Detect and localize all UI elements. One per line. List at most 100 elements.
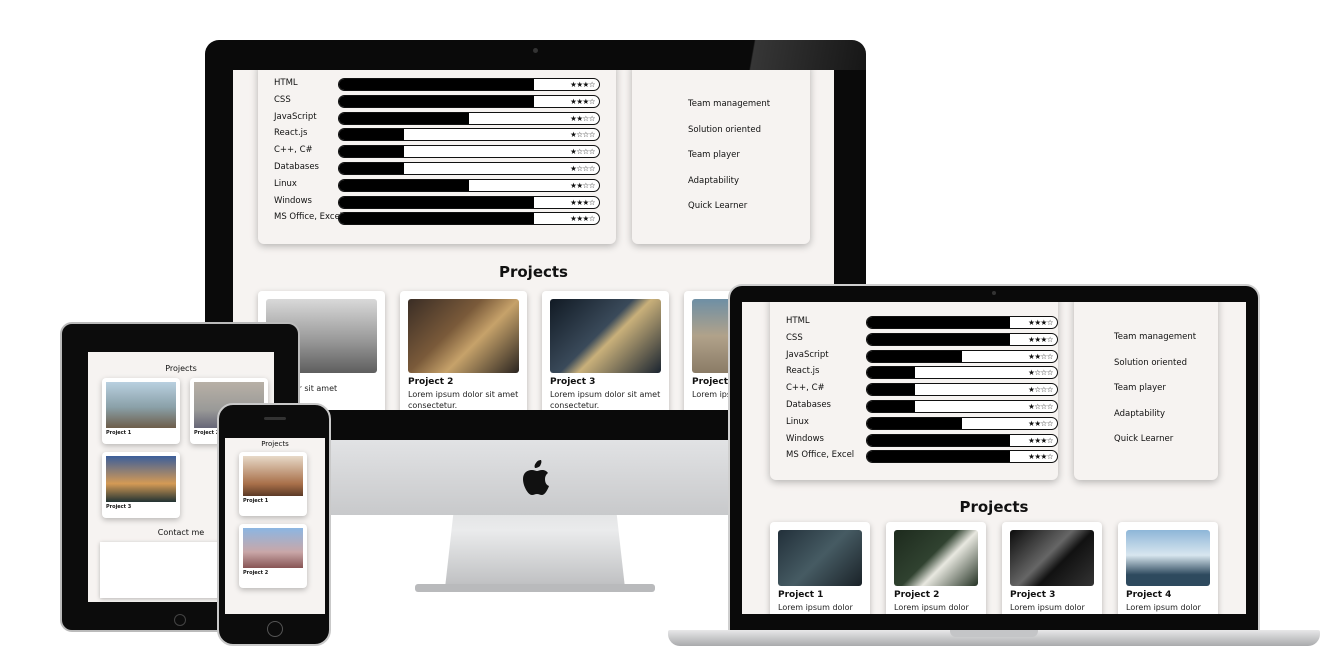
projects-heading: Projects [959,498,1029,516]
project-title: Project 3 [1010,590,1056,600]
project-card[interactable]: Project 2 Lorem ipsum dolor sit amet cons… [400,291,527,410]
tablet-projects-heading: Projects [165,364,197,373]
skill-name: Databases [786,400,831,410]
skill-stars: ★★☆☆ [570,180,595,190]
soft-skill-item: Solution oriented [688,124,761,135]
tablet-project-card: Project 3 [102,452,180,518]
project-title: Project 1 [243,498,269,504]
projects-heading: Projects [498,263,568,281]
skill-row: C++, C# ★☆☆☆ [786,383,1058,397]
skill-fill [339,112,469,124]
laptop-camera [992,291,996,295]
skill-name: MS Office, Excel [274,212,343,223]
skill-fill [339,179,469,191]
skill-stars: ★★★☆ [570,197,595,207]
skill-stars: ★☆☆☆ [1028,368,1053,378]
skill-name: Linux [786,416,809,427]
skill-name: React.js [786,366,820,377]
project-title: Project 1 [106,430,132,436]
skill-stars: ★☆☆☆ [570,130,595,140]
skill-stars: ★☆☆☆ [570,147,595,157]
project-description: Lorem ipsum dolor sit amet consectetur. [550,390,661,410]
phone-speaker [264,417,286,420]
imac-camera [533,48,538,53]
skill-stars: ★★★☆ [570,80,595,89]
skill-bar: ★★★☆ [338,195,600,209]
skill-bar: ★★★☆ [338,94,600,108]
project-image [408,299,519,373]
project-image [106,456,176,502]
skill-fill [339,163,404,174]
skill-fill [867,367,915,379]
skill-bar: ★★★☆ [866,332,1058,346]
skill-stars: ★★★☆ [1028,435,1053,445]
skill-row: Databases ★☆☆☆ [274,162,600,176]
project-image [778,530,862,586]
project-image [550,299,661,373]
phone-project-card: Project 1 [239,452,307,516]
skill-row: HTML ★★★☆ [274,78,600,92]
soft-skill-item: Team management [688,99,771,109]
skill-row: Linux ★★☆☆ [274,178,600,193]
project-description: Lorem ipsum dolor sit [1126,603,1201,612]
skill-bar: ★★★☆ [338,78,600,91]
soft-skill-item: Team player [1114,383,1166,393]
project-card[interactable]: Project 2 Lorem ipsum dolor sit [886,522,986,614]
project-title: Project 2 [894,590,940,600]
skill-row: React.js ★☆☆☆ [274,128,600,142]
skill-name: JavaScript [786,349,829,360]
project-title: Project 2 [243,570,269,576]
skill-fill [867,417,962,429]
phone-device: Projects Project 1 Project 2 [217,403,331,646]
skill-row: Windows ★★★☆ [274,195,600,210]
soft-skills-card: Team management Solution oriented Team pla… [632,70,810,244]
skill-name: MS Office, Excel [786,450,855,461]
skill-bar: ★★☆☆ [866,416,1058,430]
tablet-project-card: Project 1 [102,378,180,444]
imac-glare [725,40,866,70]
skill-row: JavaScript ★★☆☆ [274,111,600,126]
skill-row: React.js ★☆☆☆ [786,366,1058,380]
skill-bar: ★★★☆ [338,212,600,226]
skill-name: CSS [786,332,803,343]
soft-skill-item: Solution oriented [1114,357,1187,368]
skill-stars: ★★★☆ [1028,334,1053,344]
project-description: Lorem ipsum dolor sit [778,603,853,612]
laptop-screen: HTML ★★★☆ CSS ★★★☆ JavaScript ★★☆☆ React.js ★☆☆… [742,302,1246,614]
hard-skills-card: HTML ★★★☆ CSS ★★★☆ JavaScript ★★☆☆ React.js ★☆☆… [770,302,1058,480]
skill-fill [867,333,1010,345]
project-description: Lorem ipsum dolor sit [1010,603,1085,612]
project-card[interactable]: Project 4 Lorem ipsum dolor sit [1118,522,1218,614]
skill-bar: ★★☆☆ [866,349,1058,363]
skill-fill [339,196,534,208]
project-card[interactable]: Project 3 Lorem ipsum dolor sit [1002,522,1102,614]
skill-bar: ★☆☆☆ [866,400,1058,413]
skill-name: Windows [786,433,824,444]
skill-row: Databases ★☆☆☆ [786,400,1058,414]
skill-bar: ★★★☆ [866,450,1058,464]
imac-stand-base [415,584,655,592]
project-image [894,530,978,586]
laptop-device: HTML ★★★☆ CSS ★★★☆ JavaScript ★★☆☆ React.js ★☆☆… [668,284,1320,654]
project-image [106,382,176,428]
project-card[interactable]: Project 3 Lorem ipsum dolor sit amet cons… [542,291,669,410]
skill-bar: ★☆☆☆ [338,128,600,142]
skill-bar: ★☆☆☆ [338,145,600,159]
skill-name: CSS [274,94,291,105]
skill-stars: ★☆☆☆ [1028,385,1053,395]
project-description: Lorem ipsum dolor sit amet consectetur. [408,390,519,410]
skill-name: React.js [274,128,308,139]
project-card[interactable]: Project 1 Lorem ipsum dolor sit [770,522,870,614]
phone-project-card: Project 2 [239,524,307,588]
skill-name: JavaScript [274,111,317,122]
skill-fill [339,146,404,158]
skill-name: Databases [274,162,319,172]
skill-fill [867,317,1010,328]
skill-fill [339,79,534,90]
project-title: Project 3 [550,377,596,387]
phone-projects-heading: Projects [261,440,289,448]
project-image [243,456,303,496]
skill-stars: ★★★☆ [1028,452,1053,462]
skill-name: C++, C# [274,145,313,156]
skill-row: CSS ★★★☆ [786,332,1058,347]
